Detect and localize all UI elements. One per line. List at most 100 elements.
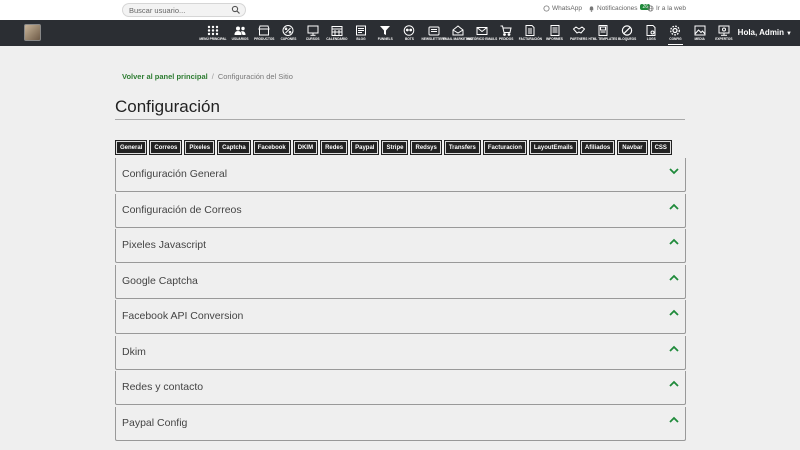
- accordion-section-configuracion-de-correos[interactable]: Configuración de Correos: [115, 193, 686, 228]
- log-icon: [646, 25, 656, 36]
- nav-item-label: Usuarios: [231, 37, 249, 41]
- search-icon[interactable]: [231, 5, 241, 15]
- tab-button-layoutemails[interactable]: LayoutEmails: [528, 140, 578, 155]
- tab-button-stripe[interactable]: Stripe: [381, 140, 409, 155]
- nav-item-label: Partners: [570, 37, 588, 41]
- nav-item-label: Productos: [254, 37, 275, 41]
- tab-button-afiliados[interactable]: Afiliados: [579, 140, 616, 155]
- chevron-up-icon[interactable]: [669, 416, 679, 424]
- search-input[interactable]: [129, 4, 229, 16]
- tab-button-paypal[interactable]: Paypal: [350, 140, 380, 155]
- nav-item-label: HTML Templates: [588, 37, 618, 41]
- avatar[interactable]: [24, 24, 41, 41]
- nav-item-usuarios[interactable]: Usuarios: [228, 20, 252, 46]
- calendar-icon: [331, 26, 343, 36]
- nav-item-label: Facturación: [518, 37, 542, 41]
- nav-item-pedidos[interactable]: Pedidos: [494, 20, 518, 46]
- whatsapp-link[interactable]: WhatsApp: [543, 5, 582, 12]
- nav-item-cupones[interactable]: Cupones: [276, 20, 300, 46]
- breadcrumb-separator: /: [211, 72, 214, 81]
- email-marketing-icon: [452, 25, 464, 36]
- notifications-label: Notificaciones: [597, 5, 638, 12]
- chevron-up-icon[interactable]: [669, 345, 679, 353]
- handshake-icon: [572, 26, 585, 34]
- nav-item-label: Config: [669, 37, 682, 41]
- accordion-section-configuracion-general[interactable]: Configuración General: [115, 158, 686, 192]
- tab-button-facebook[interactable]: Facebook: [252, 140, 291, 155]
- experts-icon: [718, 25, 730, 36]
- go-to-web-label: Ir a la web: [656, 5, 686, 12]
- back-to-panel-link[interactable]: Volver al panel principal: [122, 72, 208, 81]
- nav-item-email-marketing[interactable]: Email marketing: [443, 20, 473, 46]
- nav-item-calendario[interactable]: Calendario: [325, 20, 349, 46]
- nav-item-html-templates[interactable]: HTML Templates: [588, 20, 618, 46]
- tab-button-dkim[interactable]: DKIM: [292, 140, 319, 155]
- accordion-title: Dkim: [122, 345, 146, 358]
- go-to-web-link[interactable]: Ir a la web: [647, 5, 686, 12]
- tab-button-css[interactable]: CSS: [649, 140, 672, 155]
- percent-icon: [282, 25, 294, 36]
- blog-icon: [356, 25, 367, 36]
- accordion-section-pixeles-javascript[interactable]: Pixeles Javascript: [115, 229, 686, 263]
- search-box[interactable]: [122, 3, 246, 17]
- nav-item-newsletters[interactable]: Newsletters: [422, 20, 446, 46]
- nav-item-label: Calendario: [326, 37, 348, 41]
- chevron-up-icon[interactable]: [669, 274, 679, 282]
- nav-item-label: Bloqueos: [617, 37, 637, 41]
- accordion-title: Google Captcha: [122, 274, 198, 287]
- tab-button-redes[interactable]: Redes: [320, 140, 349, 155]
- tab-button-correos[interactable]: Correos: [149, 140, 183, 155]
- chevron-up-icon[interactable]: [669, 238, 679, 246]
- nav-item-funnels[interactable]: Funnels: [373, 20, 397, 46]
- tab-button-captcha[interactable]: Captcha: [217, 140, 251, 155]
- report-icon: [550, 25, 560, 36]
- accordion-section-google-captcha[interactable]: Google Captcha: [115, 264, 686, 299]
- tab-button-navbar[interactable]: Navbar: [617, 140, 648, 155]
- chevron-down-icon[interactable]: [669, 167, 679, 175]
- chevron-up-icon[interactable]: [669, 380, 679, 388]
- tab-button-transfers[interactable]: Transfers: [443, 140, 481, 155]
- nav-item-logs[interactable]: Logs: [639, 20, 663, 46]
- tab-button-general[interactable]: General: [114, 140, 148, 155]
- nav-item-partners[interactable]: Partners: [567, 20, 591, 46]
- accordion-title: Configuración de Correos: [122, 203, 242, 216]
- main-navbar: Menú principal Usuarios Productos Cupones Cu…: [0, 20, 800, 46]
- accordion-section-facebook-api-conversion[interactable]: Facebook API Conversion: [115, 300, 686, 334]
- user-menu[interactable]: Hola, Admin ▼: [738, 28, 792, 37]
- nav-item-label: Media: [694, 37, 705, 41]
- tab-button-redsys[interactable]: Redsys: [410, 140, 442, 155]
- nav-item-blog[interactable]: Blog: [349, 20, 373, 46]
- accordion-title: Pixeles Javascript: [122, 239, 207, 251]
- breadcrumb-current: Configuración del Sitio: [217, 72, 293, 81]
- cart-icon: [500, 25, 512, 36]
- nav-item-expertos[interactable]: Expertos: [712, 20, 736, 46]
- bell-icon: [589, 6, 594, 12]
- nav-item-informes[interactable]: Informes: [542, 20, 566, 46]
- nav-item-productos[interactable]: Productos: [252, 20, 276, 46]
- nav-item-bots[interactable]: Bots: [397, 20, 421, 46]
- top-bar: WhatsApp Notificaciones 26 Ir a la web: [0, 0, 800, 20]
- chevron-up-icon[interactable]: [669, 203, 679, 211]
- nav-item-label: Blog: [356, 37, 366, 41]
- whatsapp-label: WhatsApp: [552, 5, 582, 12]
- nav-item-label: Menú principal: [199, 37, 227, 41]
- notifications-link[interactable]: Notificaciones 26: [588, 3, 651, 12]
- nav-item-media[interactable]: Media: [688, 20, 712, 46]
- nav-item-label: Logs: [646, 37, 656, 41]
- nav-item-config[interactable]: Config: [663, 20, 687, 46]
- nav-item-menu-principal[interactable]: Menú principal: [198, 20, 228, 46]
- chevron-up-icon[interactable]: [669, 309, 679, 317]
- nav-item-facturacion[interactable]: Facturación: [518, 20, 542, 46]
- bot-icon: [404, 25, 415, 36]
- nav-item-historico-emails[interactable]: Histórico emails: [467, 20, 497, 46]
- nav-item-bloqueos[interactable]: Bloqueos: [615, 20, 639, 46]
- accordion-section-dkim[interactable]: Dkim: [115, 335, 686, 370]
- whatsapp-icon: [543, 5, 550, 12]
- tab-button-pixeles[interactable]: Pixeles: [184, 140, 216, 155]
- tab-button-facturacion[interactable]: Facturacion: [482, 140, 527, 155]
- accordion-title: Paypal Config: [122, 416, 188, 429]
- nav-item-cursos[interactable]: Cursos: [301, 20, 325, 46]
- nav-item-label: Funnels: [377, 37, 393, 41]
- accordion-section-redes-y-contacto[interactable]: Redes y contacto: [115, 371, 686, 405]
- accordion-section-paypal-config[interactable]: Paypal Config: [115, 406, 686, 441]
